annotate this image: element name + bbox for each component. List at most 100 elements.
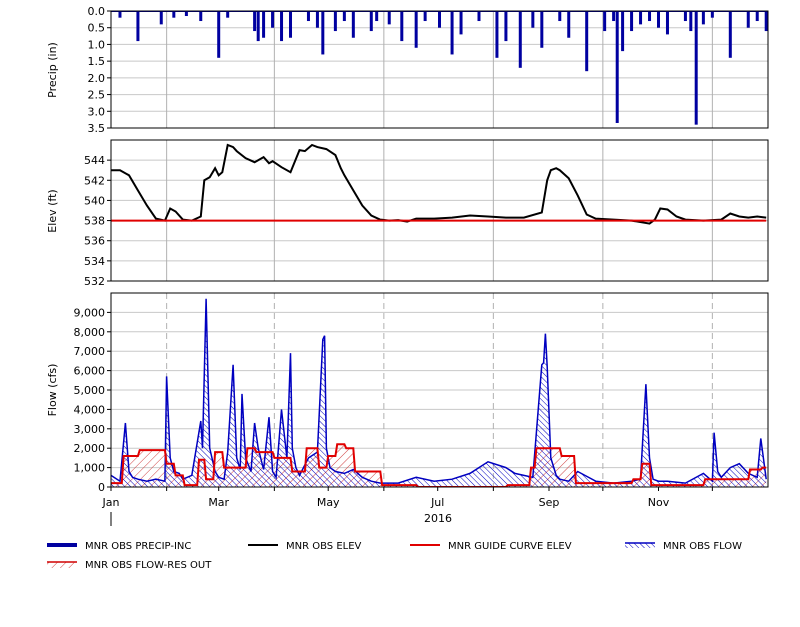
precip-bar xyxy=(746,11,750,28)
precip-bar xyxy=(118,11,122,18)
y-tick-label: 538 xyxy=(84,215,105,228)
precip-bar xyxy=(531,11,535,28)
precip-bar xyxy=(495,11,499,58)
precip-bar xyxy=(321,11,325,55)
x-tick-label: Jan xyxy=(102,496,120,509)
precip-bar xyxy=(477,11,481,22)
flow-y-ticks: 0 1,000 2,000 3,000 4,000 5,000 6,000 7,000 8,00… xyxy=(74,306,111,494)
y-tick-label: 3,000 xyxy=(74,423,106,436)
legend-item: MNR GUIDE CURVE ELEV xyxy=(410,541,572,552)
y-tick-label: 2,000 xyxy=(74,442,106,455)
legend-item: MNR OBS PRECIP-INC xyxy=(47,541,191,552)
precip-bar xyxy=(375,11,379,22)
elevation-panel: 532 534 536 538 540 542 544 Elev (ft) xyxy=(46,139,769,288)
legend-label: MNR OBS FLOW xyxy=(663,541,742,552)
precip-bar xyxy=(603,11,607,32)
y-tick-label: 3.0 xyxy=(88,105,106,118)
y-tick-label: 542 xyxy=(84,174,105,187)
precip-bar xyxy=(438,11,441,28)
precip-bar xyxy=(217,11,221,58)
precip-bar xyxy=(136,11,140,42)
legend-item: MNR OBS ELEV xyxy=(248,541,362,552)
y-tick-label: 5,000 xyxy=(74,384,106,397)
y-tick-label: 1,000 xyxy=(74,462,106,475)
legend-item: MNR OBS FLOW xyxy=(625,541,742,552)
legend: MNR OBS PRECIP-INC MNR OBS ELEV MNR GUIDE … xyxy=(47,541,742,571)
x-tick-label: Sep xyxy=(539,496,560,509)
precip-bar xyxy=(159,11,163,25)
y-tick-label: 544 xyxy=(84,154,105,167)
precip-bar xyxy=(665,11,669,35)
precip-bar xyxy=(253,11,257,32)
precip-bar xyxy=(459,11,463,35)
flow-panel: 0 1,000 2,000 3,000 4,000 5,000 6,000 7,000 8,00… xyxy=(46,292,769,526)
y-tick-label: 2.0 xyxy=(88,72,106,85)
precip-bar xyxy=(504,11,508,42)
y-tick-label: 7,000 xyxy=(74,345,106,358)
y-tick-label: 4,000 xyxy=(74,403,106,416)
y-tick-label: 532 xyxy=(84,275,105,288)
precip-bar xyxy=(567,11,571,38)
precip-bar xyxy=(683,11,687,22)
precip-bar xyxy=(315,11,319,28)
legend-label: MNR OBS ELEV xyxy=(286,541,362,552)
y-tick-label: 9,000 xyxy=(74,306,106,319)
precip-bar xyxy=(226,11,230,18)
y-tick-label: 2.5 xyxy=(88,89,106,102)
precip-y-ticks: 0.0 0.5 1.0 1.5 2.0 2.5 3.0 3.5 xyxy=(88,5,111,135)
x-tick-label: Mar xyxy=(208,496,229,509)
legend-label: MNR OBS PRECIP-INC xyxy=(85,541,191,552)
precip-bar xyxy=(585,11,589,72)
y-tick-label: 536 xyxy=(84,235,105,248)
precip-panel: 0.0 0.5 1.0 1.5 2.0 2.5 3.0 3.5 Precip (in) xyxy=(46,5,769,135)
precip-bar xyxy=(694,11,698,125)
precip-bar xyxy=(540,11,544,48)
y-tick-label: 1.5 xyxy=(88,55,106,68)
x-tick-label: Nov xyxy=(648,496,670,509)
y-tick-label: 0 xyxy=(98,481,105,494)
precip-y-axis-title: Precip (in) xyxy=(46,42,59,98)
precip-bar xyxy=(271,11,275,28)
hydrograph-chart: 0.0 0.5 1.0 1.5 2.0 2.5 3.0 3.5 Precip (in) 532… xyxy=(46,5,769,571)
legend-label: MNR GUIDE CURVE ELEV xyxy=(448,541,572,552)
precip-bar xyxy=(728,11,732,58)
x-axis-year-label: 2016 xyxy=(424,512,452,525)
precip-bar xyxy=(423,11,427,22)
precip-bar xyxy=(612,11,616,22)
legend-label: MNR OBS FLOW-RES OUT xyxy=(85,560,212,571)
x-tick-label: Jul xyxy=(430,496,444,509)
y-tick-label: 540 xyxy=(84,194,105,207)
y-tick-label: 0.5 xyxy=(88,22,106,35)
precip-bar xyxy=(657,11,660,28)
y-tick-label: 8,000 xyxy=(74,326,106,339)
precip-bar xyxy=(262,11,266,38)
precip-bar xyxy=(351,11,355,38)
elevation-y-axis-title: Elev (ft) xyxy=(46,189,59,232)
precip-bar xyxy=(518,11,522,68)
precip-bar xyxy=(172,11,176,18)
precip-bar xyxy=(621,11,625,52)
x-tick-label: May xyxy=(317,496,340,509)
precip-bar xyxy=(280,11,284,42)
precip-bar xyxy=(689,11,693,32)
flow-x-ticks: Jan Mar May Jul Sep Nov xyxy=(102,487,713,509)
precip-bar xyxy=(184,11,188,17)
precip-bar xyxy=(369,11,373,32)
flow-y-axis-title: Flow (cfs) xyxy=(46,364,59,417)
y-tick-label: 1.0 xyxy=(88,38,106,51)
precip-bar xyxy=(755,11,759,22)
precip-bar xyxy=(648,11,652,22)
y-tick-label: 3.5 xyxy=(88,122,106,135)
precip-bar xyxy=(701,11,705,25)
precip-bar xyxy=(199,11,203,22)
legend-item: MNR OBS FLOW-RES OUT xyxy=(47,560,212,571)
precip-plot-area xyxy=(111,11,768,128)
y-tick-label: 534 xyxy=(84,255,105,268)
precip-bar xyxy=(615,11,619,123)
precip-bar xyxy=(289,11,293,38)
precip-bar xyxy=(414,11,418,48)
precip-bar xyxy=(400,11,404,42)
precip-bar xyxy=(639,11,643,25)
y-tick-label: 0.0 xyxy=(88,5,106,18)
precip-bar xyxy=(450,11,454,55)
